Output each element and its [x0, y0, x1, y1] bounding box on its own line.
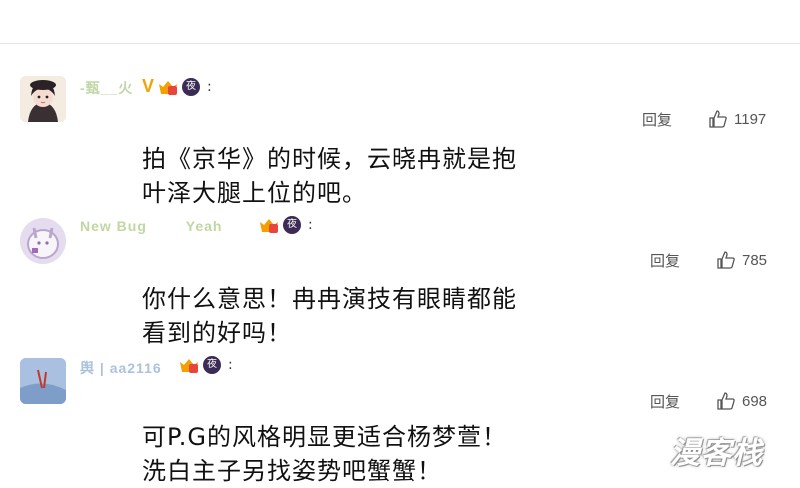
- like-count: 698: [742, 392, 768, 410]
- like-button[interactable]: 785: [716, 250, 767, 270]
- reply-button[interactable]: 回复: [650, 250, 680, 271]
- comment-line: 可P.G的风格明显更适合杨梦萱！: [142, 423, 507, 451]
- night-badge-icon: 夜: [203, 356, 221, 374]
- reply-button[interactable]: 回复: [642, 109, 672, 130]
- crown-level-icon: [157, 78, 179, 96]
- like-count: 785: [742, 251, 768, 269]
- comment-text: 你什么意思！冉冉演技有眼睛都能 看到的好吗！: [142, 282, 517, 350]
- username-colon: :: [228, 357, 233, 373]
- username[interactable]: New Bug Yeah: [80, 218, 222, 234]
- user-badges: V 夜 :: [142, 76, 212, 97]
- night-badge-icon: 夜: [182, 77, 201, 96]
- like-count: 1197: [734, 110, 767, 128]
- crown-level-icon: [178, 356, 200, 374]
- avatar[interactable]: [20, 358, 66, 404]
- username[interactable]: -甄__火: [80, 78, 133, 98]
- avatar[interactable]: [20, 218, 66, 264]
- user-badges: 夜 :: [178, 356, 233, 374]
- comment-text: 可P.G的风格明显更适合杨梦萱！ 洗白主子另找姿势吧蟹蟹！: [142, 420, 507, 488]
- thumbs-up-icon: [709, 110, 727, 128]
- thumbs-up-icon: [717, 251, 735, 269]
- username-colon: :: [308, 217, 313, 233]
- avatar-image: [20, 218, 66, 264]
- comment-line: 拍《京华》的时候，云晓冉就是抱: [142, 145, 517, 173]
- top-band: [0, 0, 800, 44]
- comment-line: 看到的好吗！: [142, 319, 292, 347]
- user-badges: 夜 :: [258, 216, 313, 234]
- crown-level-icon: [258, 216, 280, 234]
- avatar-image: [20, 358, 66, 404]
- comment-text: 拍《京华》的时候，云晓冉就是抱 叶泽大腿上位的吧。: [142, 142, 517, 210]
- avatar[interactable]: [20, 76, 66, 122]
- avatar-image: [20, 76, 66, 122]
- watermark-logo: 漫客栈: [670, 437, 763, 470]
- username-colon: :: [207, 78, 212, 95]
- verified-badge: V: [142, 76, 155, 96]
- thumbs-up-icon: [717, 392, 735, 410]
- username[interactable]: 舆 | aa2116: [80, 358, 162, 378]
- like-button[interactable]: 1197: [708, 109, 766, 129]
- reply-button[interactable]: 回复: [650, 391, 680, 412]
- comment-line: 叶泽大腿上位的吧。: [142, 179, 367, 207]
- comment-line: 你什么意思！冉冉演技有眼睛都能: [142, 285, 517, 313]
- top-divider: [0, 43, 800, 44]
- comment-line: 洗白主子另找姿势吧蟹蟹！: [142, 457, 442, 485]
- like-button[interactable]: 698: [716, 391, 767, 411]
- night-badge-icon: 夜: [283, 216, 301, 234]
